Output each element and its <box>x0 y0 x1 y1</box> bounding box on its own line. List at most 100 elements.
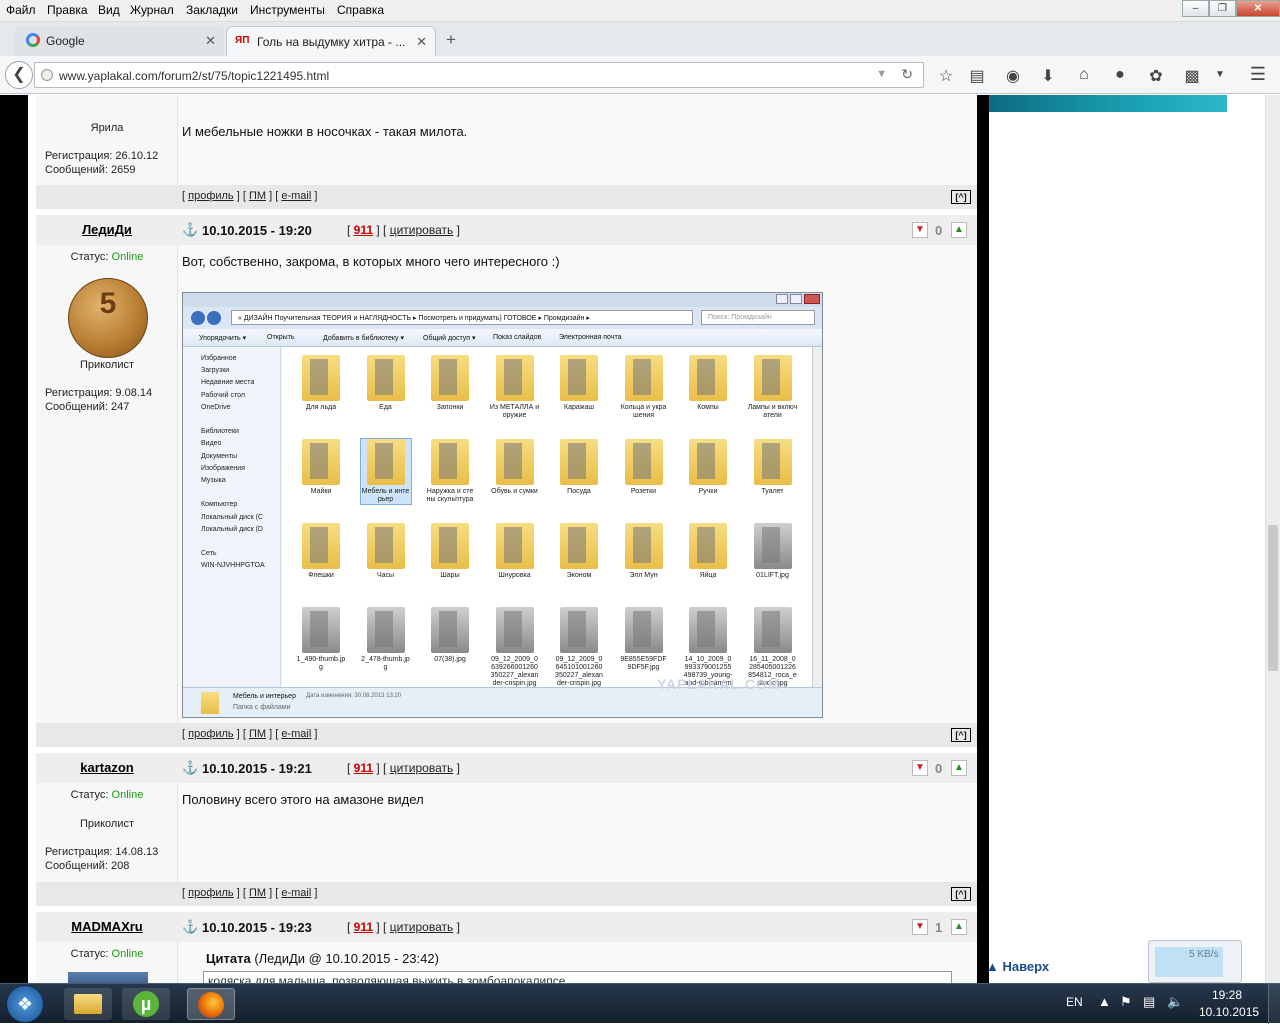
language-indicator[interactable]: EN <box>1066 995 1083 1009</box>
network-icon[interactable]: ▤ <box>1143 994 1155 1010</box>
anchor-icon[interactable]: ⚓ <box>182 222 198 238</box>
pm-link[interactable]: ПМ <box>249 728 266 740</box>
explorer-item-label: 09_12_2009_0645101001260350227_alexander… <box>555 656 603 687</box>
home-icon[interactable]: ⌂ <box>1074 66 1094 84</box>
quote-link[interactable]: цитировать <box>390 761 454 775</box>
email-link[interactable]: e-mail <box>281 887 311 899</box>
profile-link[interactable]: профиль <box>188 887 234 899</box>
back-button[interactable]: ❮ <box>5 61 33 89</box>
avatar[interactable]: 5 <box>68 278 148 358</box>
explorer-item-label: Ручки <box>698 488 718 495</box>
star-icon[interactable]: ☆ <box>936 66 956 86</box>
profile-link[interactable]: профиль <box>188 728 234 740</box>
post-number-link[interactable]: 911 <box>354 761 373 775</box>
thumbs-down-icon[interactable]: ▼ <box>912 222 928 238</box>
scroll-top-button[interactable]: [^] <box>951 887 971 901</box>
menu-view[interactable]: Вид <box>98 3 120 17</box>
post-author-cell: Статус: Online Приколист Регистрация: 14… <box>36 783 178 882</box>
windows-start-icon[interactable]: ❖ <box>6 985 44 1023</box>
explorer-item: 1_490-thumb.jpg <box>296 607 346 672</box>
globe-icon <box>41 69 53 81</box>
thumbs-down-icon[interactable]: ▼ <box>912 760 928 776</box>
minimize-icon[interactable]: – <box>1182 0 1209 17</box>
close-tab-icon[interactable]: ✕ <box>205 33 216 49</box>
profile-link[interactable]: профиль <box>188 190 234 202</box>
pocket-icon[interactable]: ◉ <box>1003 66 1023 86</box>
explorer-item: Эконом <box>554 523 604 580</box>
quote-header: Цитата (ЛедиДи @ 10.10.2015 - 23:42) <box>206 951 439 966</box>
user-nick-link[interactable]: kartazon <box>36 760 178 775</box>
folder-icon <box>624 355 663 401</box>
flag-icon[interactable]: ⚑ <box>1120 994 1132 1010</box>
scroll-top-button[interactable]: [^] <box>951 190 971 204</box>
clipboard-icon[interactable]: ▩ <box>1182 66 1202 86</box>
folder-icon <box>753 439 792 485</box>
menu-help[interactable]: Справка <box>337 3 384 17</box>
reading-list-icon[interactable]: ▤ <box>967 66 987 86</box>
scrollbar-thumb[interactable] <box>1268 525 1278 671</box>
menu-tools[interactable]: Инструменты <box>250 3 325 17</box>
explorer-item: Майки <box>296 439 346 496</box>
close-icon[interactable]: ✕ <box>1236 0 1280 17</box>
post-text: Половину всего этого на амазоне видел <box>182 792 424 807</box>
post-image[interactable]: « ДИЗАЙН Поучительная ТЕОРИЯ и НАГЛЯДНОС… <box>182 292 823 718</box>
post-number-link[interactable]: 911 <box>354 223 373 237</box>
anchor-icon[interactable]: ⚓ <box>182 919 198 935</box>
explorer-sidebar-item: Сеть <box>201 550 217 558</box>
page-scrollbar[interactable] <box>1265 95 1280 983</box>
thumbs-up-icon[interactable]: ▲ <box>951 919 967 935</box>
menu-history[interactable]: Журнал <box>130 3 174 17</box>
explorer-icon[interactable] <box>64 988 112 1020</box>
banner-ad[interactable] <box>989 95 1227 112</box>
folder-icon <box>495 439 534 485</box>
quote-link[interactable]: цитировать <box>390 223 454 237</box>
scroll-up-link[interactable]: ▲ Наверх <box>986 959 1049 974</box>
utorrent-icon[interactable]: µ <box>122 988 170 1020</box>
explorer-item: Шнуровка <box>490 523 540 580</box>
tab-yaplakal[interactable]: ЯП Голь на выдумку хитра - ... ✕ <box>226 26 436 56</box>
folder-icon <box>366 355 405 401</box>
close-tab-icon[interactable]: ✕ <box>416 34 427 50</box>
new-tab-button[interactable]: + <box>446 30 456 50</box>
menu-edit[interactable]: Правка <box>47 3 88 17</box>
email-link[interactable]: e-mail <box>281 190 311 202</box>
menu-file[interactable]: Файл <box>6 3 36 17</box>
dropdown-icon[interactable]: ▼ <box>1210 69 1230 80</box>
explorer-sidebar-item: Документы <box>201 452 238 460</box>
post-date: 10.10.2015 - 19:21 <box>202 761 312 776</box>
status-label: Статус: <box>70 251 109 263</box>
email-link[interactable]: e-mail <box>281 728 311 740</box>
download-icon[interactable]: ⬇ <box>1038 66 1058 86</box>
restore-icon[interactable]: ❐ <box>1209 0 1236 17</box>
post-number-link[interactable]: 911 <box>354 920 373 934</box>
post-header: MADMAXru ⚓ 10.10.2015 - 19:23 [ 911 ] [ … <box>36 912 977 942</box>
menu-icon[interactable]: ☰ <box>1248 64 1268 85</box>
scroll-top-button[interactable]: [^] <box>951 728 971 742</box>
reload-icon[interactable]: ↻ <box>901 66 913 83</box>
folder-icon <box>302 607 340 653</box>
tray-arrow-icon[interactable]: ▲ <box>1098 994 1111 1009</box>
anchor-icon[interactable]: ⚓ <box>182 760 198 776</box>
dropdown-arrow-icon[interactable]: ▼ <box>876 68 887 80</box>
thumbs-down-icon[interactable]: ▼ <box>912 919 928 935</box>
menu-bookmarks[interactable]: Закладки <box>186 3 238 17</box>
chat-icon[interactable]: ● <box>1110 66 1130 84</box>
firefox-icon[interactable] <box>187 988 235 1020</box>
pm-link[interactable]: ПМ <box>249 887 266 899</box>
thumbs-up-icon[interactable]: ▲ <box>951 222 967 238</box>
folder-icon <box>753 355 792 401</box>
user-nick-link[interactable]: ЛедиДи <box>36 222 178 237</box>
avatar[interactable] <box>68 972 148 983</box>
clock-time[interactable]: 19:28 <box>1212 988 1242 1002</box>
user-nick-link[interactable]: MADMAXru <box>36 919 178 934</box>
pm-link[interactable]: ПМ <box>249 190 266 202</box>
explorer-item-label: Туалет <box>761 488 784 495</box>
address-bar[interactable]: www.yaplakal.com/forum2/st/75/topic12214… <box>34 62 924 88</box>
extension-icon[interactable]: ✿ <box>1146 66 1166 86</box>
show-desktop-button[interactable] <box>1268 984 1280 1024</box>
tab-google[interactable]: Google ✕ <box>14 26 224 56</box>
clock-date[interactable]: 10.10.2015 <box>1199 1005 1259 1019</box>
quote-link[interactable]: цитировать <box>390 920 454 934</box>
thumbs-up-icon[interactable]: ▲ <box>951 760 967 776</box>
volume-icon[interactable]: 🔈 <box>1167 994 1183 1010</box>
